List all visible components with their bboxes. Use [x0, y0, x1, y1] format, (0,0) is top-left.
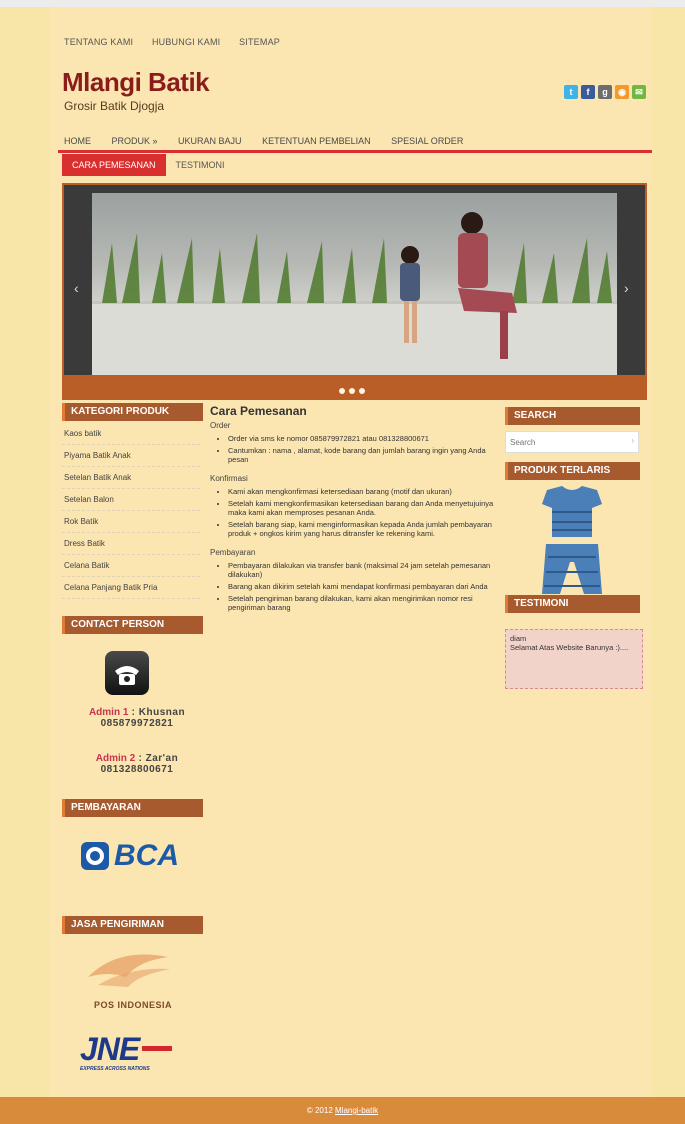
section-heading: Pembayaran	[210, 548, 256, 557]
list-item: Setelah pengiriman barang dilakukan, kam…	[228, 594, 495, 612]
nav-ukuran-baju[interactable]: UKURAN BAJU	[178, 136, 242, 146]
kategori-title: KATEGORI PRODUK	[62, 403, 203, 421]
list-item: Setelah kami mengkonfirmasikan ketersedi…	[228, 499, 495, 517]
main-content: Cara Pemesanan Order Order via sms ke no…	[210, 404, 495, 615]
footer-copyright: © 2012	[306, 1106, 335, 1115]
jne-stripe	[142, 1046, 172, 1051]
kategori-item[interactable]: Kaos batik	[62, 423, 200, 445]
page-container: TENTANG KAMI HUBUNGI KAMI SITEMAP Mlangi…	[50, 7, 652, 1097]
pos-bird-icon	[88, 954, 170, 987]
nav-testimoni[interactable]: TESTIMONI	[166, 154, 235, 176]
slider-caption-bar	[64, 375, 645, 398]
admin2-label: Admin 2	[95, 753, 136, 764]
bca-text: BCA	[114, 839, 179, 872]
child-figure	[400, 246, 420, 343]
slider-scene	[102, 212, 612, 359]
kategori-item[interactable]: Celana Batik	[62, 555, 200, 577]
woman-figure	[458, 212, 517, 359]
main-nav: HOME PRODUK » UKURAN BAJU KETENTUAN PEMB…	[64, 136, 481, 146]
admin1-label: Admin 1	[88, 707, 129, 718]
contact-title: CONTACT PERSON	[62, 616, 203, 634]
slider-dot[interactable]	[359, 388, 365, 394]
testimoni-title: TESTIMONI	[505, 595, 640, 613]
kategori-item[interactable]: Dress Batik	[62, 533, 200, 555]
kategori-item[interactable]: Setelan Balon	[62, 489, 200, 511]
admin1-phone: 085879972821	[100, 718, 174, 729]
bca-logo: BCA	[80, 839, 179, 873]
slider-dot[interactable]	[349, 388, 355, 394]
testimoni-text: Selamat Atas Website Barunya :)....	[510, 643, 629, 652]
list-item: Setelah barang siap, kami menginformasik…	[228, 520, 495, 538]
search-box: ›	[505, 431, 639, 453]
slider-dot[interactable]	[339, 388, 345, 394]
nav-ketentuan-pembelian[interactable]: KETENTUAN PEMBELIAN	[262, 136, 371, 146]
slider-prev-button[interactable]: ‹	[74, 280, 79, 296]
social-icons: t f g ◉ ✉	[564, 85, 646, 99]
admin1-name: : Khusnan	[128, 707, 186, 718]
pos-text: POS INDONESIA	[93, 1000, 172, 1010]
search-title: SEARCH	[505, 407, 640, 425]
nav-cara-pemesanan[interactable]: CARA PEMESANAN	[62, 154, 166, 176]
produk-terlaris-image[interactable]	[532, 482, 612, 602]
section-heading: Konfirmasi	[210, 474, 248, 483]
kategori-item[interactable]: Piyama Batik Anak	[62, 445, 200, 467]
kategori-item[interactable]: Celana Panjang Batik Pria	[62, 577, 200, 599]
testimoni-box: diam Selamat Atas Website Barunya :)....	[505, 629, 643, 689]
testimoni-author: diam	[510, 634, 527, 643]
facebook-icon[interactable]: f	[581, 85, 595, 99]
pos-indonesia-logo: POS INDONESIA	[78, 947, 188, 1010]
jne-logo: JNE EXPRESS ACROSS NATIONS	[80, 1032, 190, 1072]
top-nav: TENTANG KAMI HUBUNGI KAMI SITEMAP	[64, 37, 296, 47]
list-item: Barang akan dikirim setelah kami mendapa…	[228, 582, 495, 591]
nav-produk[interactable]: PRODUK »	[112, 136, 158, 146]
admin-2: Admin 2 : Zar'an 081328800671	[62, 753, 212, 775]
jne-tagline: EXPRESS ACROSS NATIONS	[80, 1066, 150, 1072]
order-list: Order via sms ke nomor 085879972821 atau…	[210, 434, 495, 464]
pembayaran-title: PEMBAYARAN	[62, 799, 203, 817]
admin-1: Admin 1 : Khusnan 085879972821	[62, 707, 212, 729]
list-item: Cantumkan : nama , alamat, kode barang d…	[228, 446, 495, 464]
list-item: Order via sms ke nomor 085879972821 atau…	[228, 434, 495, 443]
top-nav-hubungi[interactable]: HUBUNGI KAMI	[152, 37, 220, 47]
list-item: Kami akan mengkonfirmasi ketersediaan ba…	[228, 487, 495, 496]
sub-nav: CARA PEMESANAN TESTIMONI	[62, 154, 235, 176]
search-input[interactable]	[506, 433, 626, 452]
slider-photo	[92, 193, 617, 376]
site-title[interactable]: Mlangi Batik	[62, 67, 210, 98]
phone-icon	[105, 651, 149, 695]
kategori-item[interactable]: Setelan Batik Anak	[62, 467, 200, 489]
list-item: Pembayaran dilakukan via transfer bank (…	[228, 561, 495, 579]
admin2-phone: 081328800671	[100, 764, 174, 775]
nav-divider	[58, 150, 652, 153]
nav-spesial-order[interactable]: SPESIAL ORDER	[391, 136, 463, 146]
bca-emblem-icon	[81, 842, 109, 870]
image-slider: ‹ ›	[62, 183, 647, 400]
google-plus-icon[interactable]: g	[598, 85, 612, 99]
nav-home[interactable]: HOME	[64, 136, 91, 146]
jne-text: JNE	[80, 1031, 140, 1067]
page-title: Cara Pemesanan	[210, 404, 307, 418]
email-icon[interactable]: ✉	[632, 85, 646, 99]
top-strip	[0, 0, 685, 7]
site-tagline: Grosir Batik Djogja	[64, 99, 165, 113]
konfirmasi-list: Kami akan mengkonfirmasi ketersediaan ba…	[210, 487, 495, 538]
top-nav-sitemap[interactable]: SITEMAP	[239, 37, 280, 47]
slider-next-button[interactable]: ›	[624, 280, 629, 296]
footer-link[interactable]: Mlangi-batik	[335, 1106, 378, 1115]
kategori-list: Kaos batik Piyama Batik Anak Setelan Bat…	[62, 423, 200, 599]
produk-terlaris-title: PRODUK TERLARIS	[505, 462, 640, 480]
pembayaran-list: Pembayaran dilakukan via transfer bank (…	[210, 561, 495, 612]
twitter-icon[interactable]: t	[564, 85, 578, 99]
kategori-item[interactable]: Rok Batik	[62, 511, 200, 533]
search-arrow-icon[interactable]: ›	[631, 436, 634, 445]
slider-dots	[339, 388, 365, 394]
footer: © 2012 Mlangi-batik	[0, 1097, 685, 1124]
top-nav-tentang[interactable]: TENTANG KAMI	[64, 37, 133, 47]
admin2-name: : Zar'an	[135, 753, 179, 764]
rss-icon[interactable]: ◉	[615, 85, 629, 99]
section-heading: Order	[210, 421, 231, 430]
jasa-title: JASA PENGIRIMAN	[62, 916, 203, 934]
